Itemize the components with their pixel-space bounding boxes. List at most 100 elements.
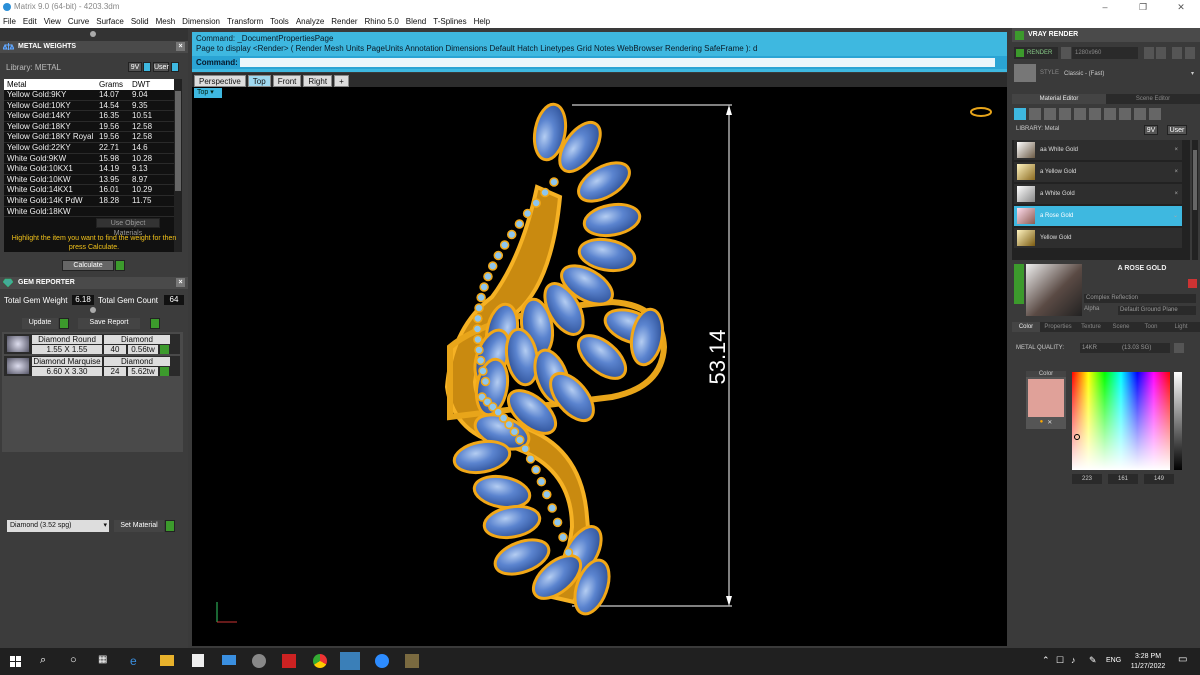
- blue-field[interactable]: 149: [1144, 474, 1174, 484]
- menu-surface[interactable]: Surface: [96, 17, 124, 26]
- vray-user-button[interactable]: User: [1167, 125, 1187, 135]
- picker-cursor[interactable]: [1074, 434, 1080, 440]
- network-icon[interactable]: ☐: [1056, 655, 1064, 666]
- menu-render[interactable]: Render: [331, 17, 357, 26]
- camera-icon[interactable]: [1061, 47, 1071, 59]
- set-material-go-icon[interactable]: [165, 520, 175, 532]
- table-row[interactable]: White Gold:10KW 13.95 8.97: [4, 175, 174, 186]
- table-row[interactable]: Yellow Gold:18KY Royal 19.56 12.58: [4, 132, 174, 143]
- table-row[interactable]: Yellow Gold:18KY 19.56 12.58: [4, 122, 174, 133]
- help-icon[interactable]: [1185, 47, 1195, 59]
- reflection-select[interactable]: Complex Reflection: [1084, 294, 1196, 303]
- material-item-selected[interactable]: a Rose Gold ⌄: [1014, 206, 1182, 226]
- matrix-icon[interactable]: [340, 652, 360, 670]
- material-item[interactable]: aa White Gold ×: [1014, 140, 1182, 160]
- menu-file[interactable]: File: [3, 17, 16, 26]
- gem-go-icon[interactable]: [160, 345, 169, 354]
- menu-analyze[interactable]: Analyze: [296, 17, 324, 26]
- cortana-icon[interactable]: ○: [70, 654, 77, 666]
- menu-solid[interactable]: Solid: [131, 17, 149, 26]
- mail-icon[interactable]: [222, 655, 236, 665]
- grid-icon[interactable]: [1104, 108, 1116, 120]
- menu-curve[interactable]: Curve: [68, 17, 89, 26]
- search-icon[interactable]: ⌕: [40, 654, 46, 667]
- tab-front[interactable]: Front: [272, 75, 302, 87]
- droplet-icon[interactable]: [1134, 108, 1146, 120]
- green-field[interactable]: 161: [1108, 474, 1138, 484]
- menu-edit[interactable]: Edit: [23, 17, 37, 26]
- material-item[interactable]: a White Gold ×: [1014, 184, 1182, 204]
- store-icon[interactable]: [192, 654, 204, 667]
- menu-view[interactable]: View: [44, 17, 61, 26]
- lock-icon[interactable]: [1156, 47, 1166, 59]
- notifications-icon[interactable]: ▭: [1178, 654, 1187, 665]
- menu-tsplines[interactable]: T-Splines: [433, 17, 466, 26]
- sphere-icon[interactable]: [1044, 108, 1056, 120]
- frame-icon[interactable]: [1144, 47, 1154, 59]
- close-button[interactable]: ✕: [1162, 0, 1200, 14]
- menu-tools[interactable]: Tools: [270, 17, 289, 26]
- remove-icon[interactable]: ×: [1174, 162, 1178, 182]
- tab-color[interactable]: Color: [1012, 322, 1040, 332]
- tray-chevron-icon[interactable]: ⌃: [1042, 655, 1050, 666]
- metal-icon[interactable]: [1014, 108, 1026, 120]
- remove-icon[interactable]: ×: [1174, 184, 1178, 204]
- user-toggle[interactable]: [171, 62, 179, 72]
- tab-toon[interactable]: Toon: [1136, 322, 1166, 332]
- style-select[interactable]: Classic - (Fast) ▾: [1064, 68, 1196, 80]
- tab-scene[interactable]: Scene: [1106, 322, 1136, 332]
- language-indicator[interactable]: ENG: [1106, 657, 1121, 664]
- gem-row-marquise[interactable]: Diamond Marquise Diamond 6.60 X 3.30 24 …: [4, 356, 180, 376]
- task-view-icon[interactable]: ▦: [98, 654, 107, 665]
- render-button[interactable]: RENDER: [1014, 47, 1058, 59]
- use-object-materials-button[interactable]: Use Object Materials: [96, 218, 160, 237]
- app-icon[interactable]: [405, 654, 419, 668]
- close-icon[interactable]: ×: [176, 278, 185, 287]
- tab-top[interactable]: Top: [247, 75, 271, 87]
- brightness-slider[interactable]: [1174, 372, 1182, 470]
- command-input[interactable]: [240, 58, 995, 67]
- windows-start-icon[interactable]: [10, 656, 21, 667]
- tab-light[interactable]: Light: [1166, 322, 1196, 332]
- viewport-label[interactable]: Top ▾: [194, 88, 222, 98]
- menu-blend[interactable]: Blend: [406, 17, 426, 26]
- red-field[interactable]: 223: [1072, 474, 1102, 484]
- menu-dimension[interactable]: Dimension: [182, 17, 220, 26]
- minimize-button[interactable]: –: [1086, 0, 1124, 14]
- expand-icon[interactable]: [1014, 264, 1024, 304]
- menu-help[interactable]: Help: [474, 17, 490, 26]
- menu-mesh[interactable]: Mesh: [156, 17, 176, 26]
- remove-icon[interactable]: ×: [1174, 140, 1178, 160]
- gv-button[interactable]: 9V: [128, 62, 142, 72]
- add-tab-button[interactable]: +: [334, 75, 349, 87]
- chevron-down-icon[interactable]: ⌄: [1173, 206, 1178, 226]
- tab-material-editor[interactable]: Material Editor: [1012, 94, 1106, 104]
- calculate-button[interactable]: Calculate: [62, 260, 114, 271]
- table-row[interactable]: White Gold:14KX1 16.01 10.29: [4, 185, 174, 196]
- material-scrollbar[interactable]: [1192, 140, 1198, 260]
- table-row[interactable]: Yellow Gold:22KY 22.71 14.6: [4, 143, 174, 154]
- gv-toggle[interactable]: [143, 62, 151, 72]
- pattern-icon[interactable]: [1089, 108, 1101, 120]
- gem-row-round[interactable]: Diamond Round Diamond 1.55 X 1.55 40 0.5…: [4, 334, 180, 354]
- vray-gv-button[interactable]: 9V: [1144, 125, 1158, 135]
- table-row[interactable]: White Gold:10KX1 14.19 9.13: [4, 164, 174, 175]
- app-icon[interactable]: [252, 654, 266, 668]
- tab-texture[interactable]: Texture: [1076, 322, 1106, 332]
- pen-icon[interactable]: ✎: [1089, 655, 1097, 666]
- user-button[interactable]: User: [153, 62, 169, 72]
- material-item[interactable]: Yellow Gold: [1014, 228, 1182, 248]
- color-picker[interactable]: [1072, 372, 1170, 470]
- tab-right[interactable]: Right: [303, 75, 333, 87]
- texture-icon[interactable]: [1074, 108, 1086, 120]
- explorer-icon[interactable]: [160, 655, 174, 666]
- settings-icon[interactable]: [1172, 47, 1182, 59]
- collapse-icon[interactable]: [90, 307, 96, 313]
- pearl-icon[interactable]: [1119, 108, 1131, 120]
- table-row[interactable]: Yellow Gold:10KY 14.54 9.35: [4, 101, 174, 112]
- volume-icon[interactable]: ♪: [1071, 655, 1076, 665]
- tab-scene-editor[interactable]: Scene Editor: [1106, 94, 1200, 104]
- metal-quality-icon[interactable]: [1174, 343, 1184, 353]
- refresh-icon[interactable]: [1188, 279, 1197, 288]
- table-row[interactable]: Yellow Gold:9KY 14.07 9.04: [4, 90, 174, 101]
